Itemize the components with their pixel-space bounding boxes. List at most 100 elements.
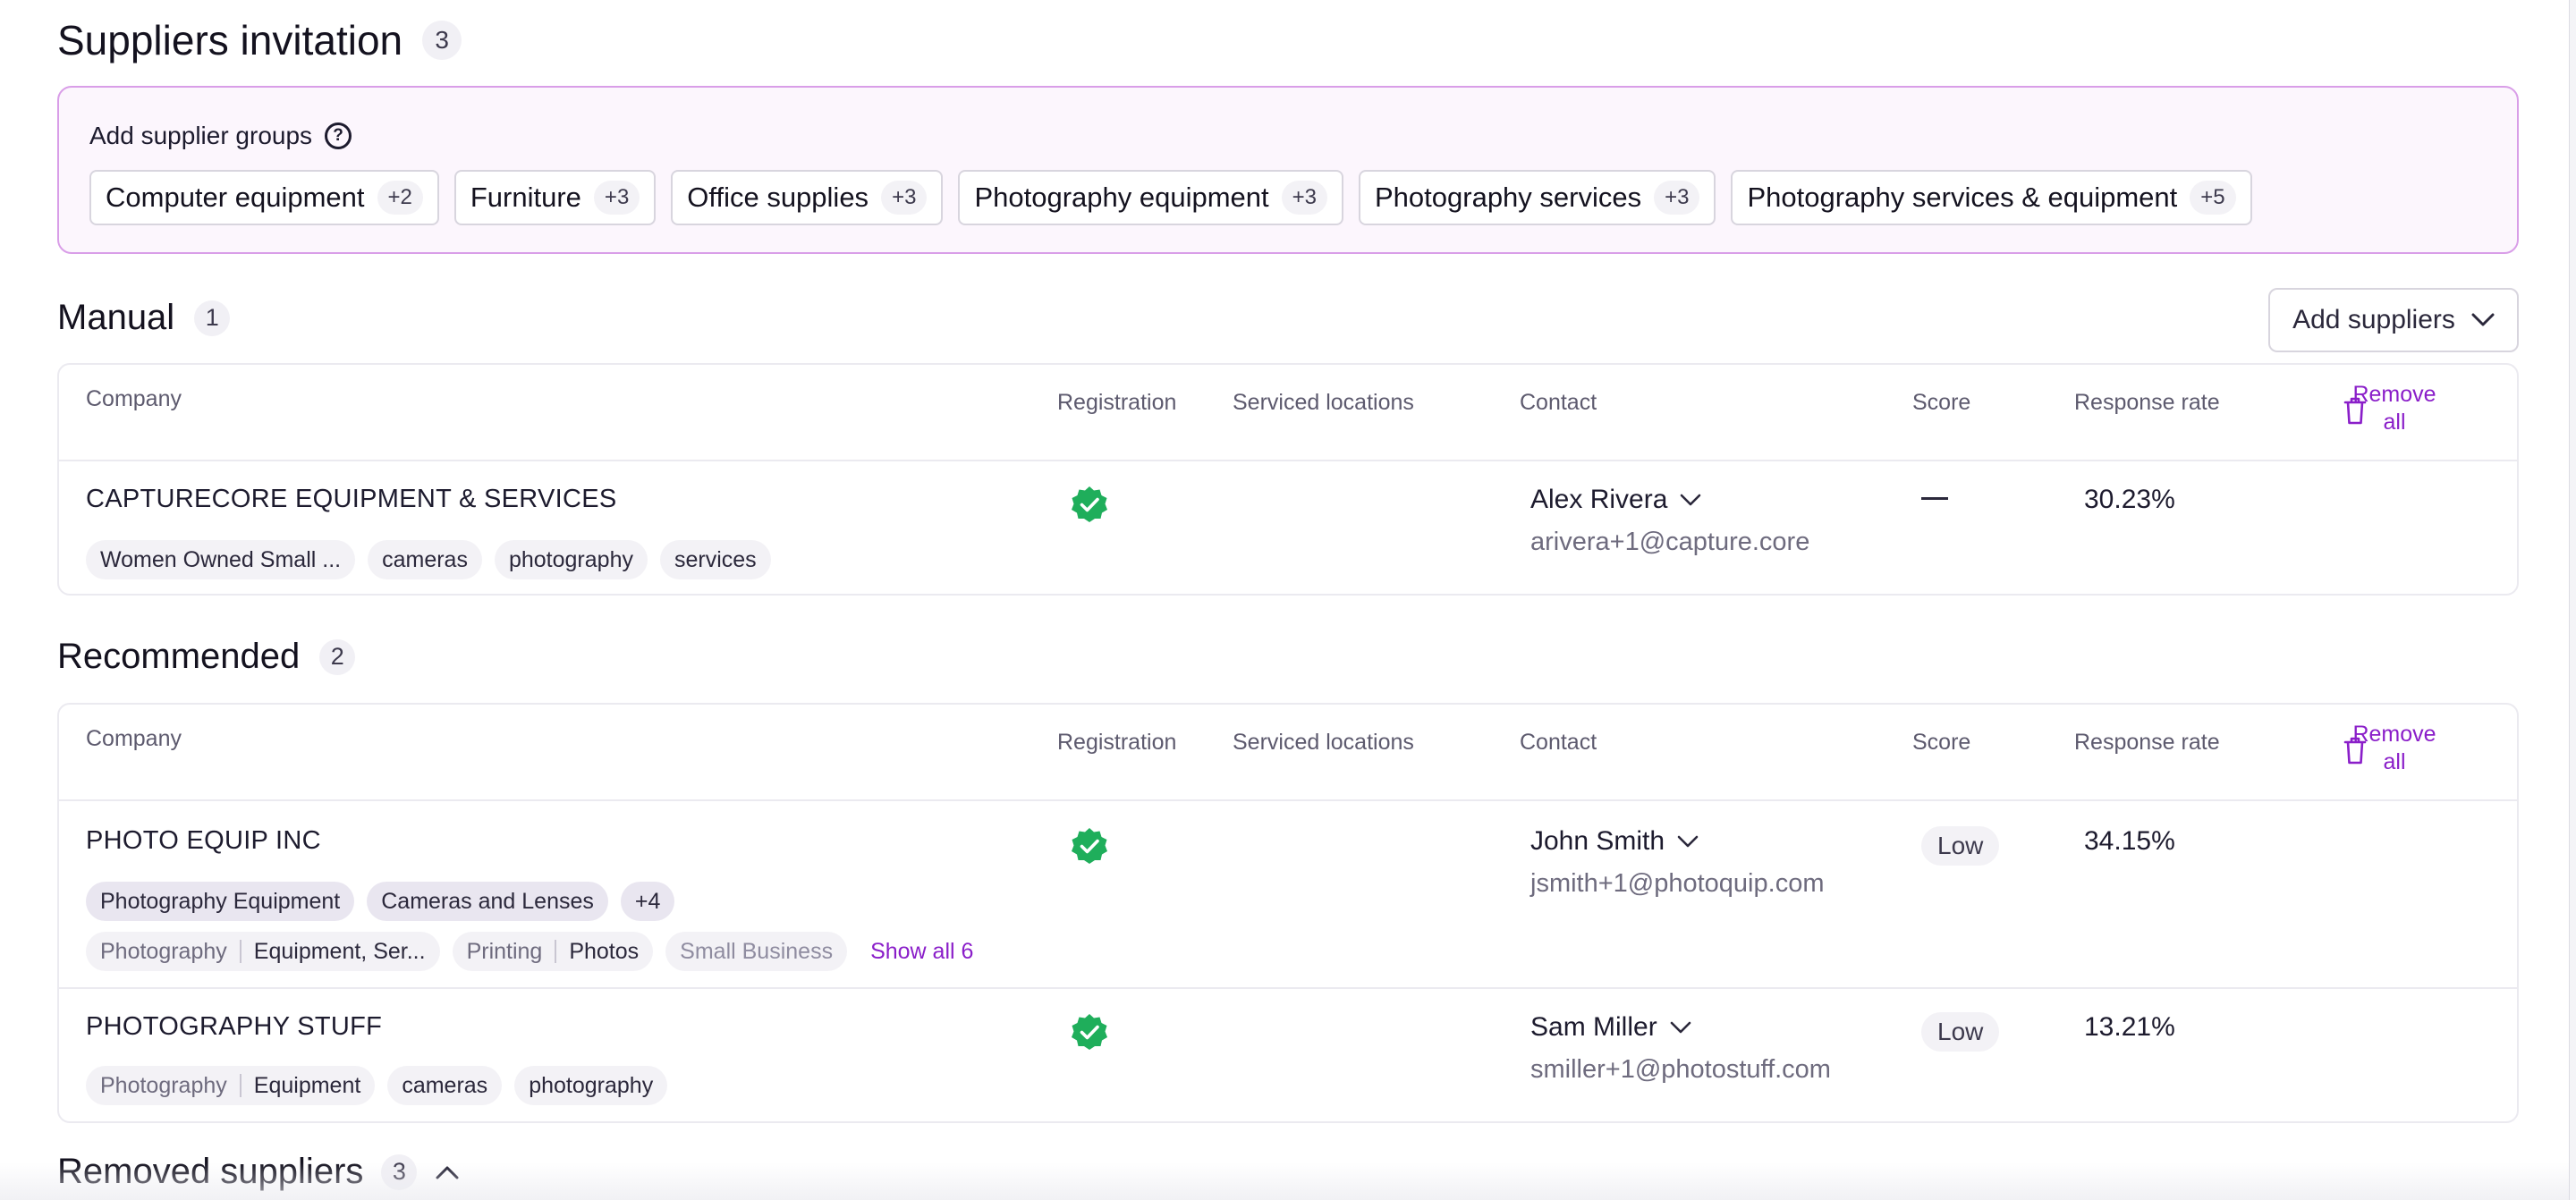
contact-email: smiller+1@photostuff.com xyxy=(1530,1055,1831,1084)
col-contact: Contact xyxy=(1520,390,1597,415)
table-row[interactable]: CAPTURECORE EQUIPMENT & SERVICES Women O… xyxy=(59,461,2517,594)
category-tag: Photography Equipment xyxy=(86,882,355,921)
chevron-down-icon xyxy=(1677,835,1699,848)
company-tags: Women Owned Small ... cameras photograph… xyxy=(86,540,771,579)
group-chip-label: Photography equipment xyxy=(974,182,1269,213)
manual-title: Manual xyxy=(57,298,175,337)
tag: cameras xyxy=(368,540,482,579)
verified-badge-icon xyxy=(1072,1014,1107,1050)
col-company: Company xyxy=(86,386,182,411)
tag-separator xyxy=(239,940,242,963)
group-chip-office-supplies[interactable]: Office supplies +3 xyxy=(671,170,944,225)
group-chip-photography-services[interactable]: Photography services +3 xyxy=(1359,170,1716,225)
col-company: Company xyxy=(86,726,182,751)
help-icon[interactable]: ? xyxy=(325,123,352,149)
manual-section-title: Manual 1 xyxy=(57,298,231,338)
group-chip-photography-services-equipment[interactable]: Photography services & equipment +5 xyxy=(1731,170,2252,225)
tag: Women Owned Small ... xyxy=(86,540,356,579)
remove-all-button[interactable]: Remove all xyxy=(2341,381,2448,436)
removed-count-badge: 3 xyxy=(381,1154,418,1190)
table-header: Company Registration Serviced locations … xyxy=(59,365,2517,461)
contact-name: John Smith xyxy=(1530,826,1665,856)
tag: Photography Equipment, Ser... xyxy=(86,932,440,971)
group-chip-computer-equipment[interactable]: Computer equipment +2 xyxy=(89,170,439,225)
col-contact: Contact xyxy=(1520,730,1597,755)
tag-separator xyxy=(555,940,557,963)
tag: photography xyxy=(514,1066,668,1105)
table-row[interactable]: PHOTOGRAPHY STUFF Photography Equipment … xyxy=(59,987,2517,1121)
show-all-tags-link[interactable]: Show all 6 xyxy=(870,939,973,965)
contact-name-dropdown[interactable]: Sam Miller xyxy=(1530,1012,1691,1043)
invitation-count-badge: 3 xyxy=(422,21,462,60)
company-tags: Photography Equipment cameras photograph… xyxy=(86,1066,668,1105)
tag-separator xyxy=(239,1074,242,1097)
category-tags: Photography Equipment Cameras and Lenses… xyxy=(86,882,675,921)
page-header: Suppliers invitation 3 xyxy=(57,16,462,64)
col-serviced-locations: Serviced locations xyxy=(1233,390,1414,415)
score-empty xyxy=(1921,497,1948,500)
tag: Printing Photos xyxy=(452,932,654,971)
company-name[interactable]: PHOTO EQUIP INC xyxy=(86,826,321,856)
group-chip-count: +3 xyxy=(881,181,928,215)
category-more-tag[interactable]: +4 xyxy=(620,882,675,921)
response-rate: 13.21% xyxy=(2084,1012,2175,1042)
tag: Small Business xyxy=(665,932,848,971)
tag-category: Photography xyxy=(100,1072,227,1098)
tag: cameras xyxy=(387,1066,503,1105)
chevron-down-icon xyxy=(1670,1021,1690,1034)
contact-email: jsmith+1@photoquip.com xyxy=(1530,869,1825,898)
remove-all-button[interactable]: Remove all xyxy=(2341,721,2448,776)
tag-value: Photos xyxy=(569,938,640,964)
tag: Photography Equipment xyxy=(86,1066,376,1105)
chevron-down-icon xyxy=(1681,494,1701,506)
recommended-suppliers-table: Company Registration Serviced locations … xyxy=(57,703,2519,1123)
contact-email: arivera+1@capture.core xyxy=(1530,528,1810,556)
col-score: Score xyxy=(1912,730,1971,755)
group-chip-furniture[interactable]: Furniture +3 xyxy=(453,170,657,225)
col-score: Score xyxy=(1912,390,1971,415)
supplier-groups-label: Add supplier groups xyxy=(89,122,313,149)
col-registration: Registration xyxy=(1057,390,1177,415)
score-badge: Low xyxy=(1921,1012,2000,1052)
response-rate: 30.23% xyxy=(2084,485,2175,514)
group-chip-count: +2 xyxy=(377,181,423,215)
company-name[interactable]: PHOTOGRAPHY STUFF xyxy=(86,1012,382,1042)
table-row[interactable]: PHOTO EQUIP INC Photography Equipment Ca… xyxy=(59,801,2517,987)
tag-category: Printing xyxy=(466,938,543,964)
group-chip-photography-equipment[interactable]: Photography equipment +3 xyxy=(958,170,1343,225)
group-chip-label: Office supplies xyxy=(687,182,869,213)
verified-badge-icon xyxy=(1072,828,1107,864)
recommended-title: Recommended xyxy=(57,637,301,676)
manual-count-badge: 1 xyxy=(194,300,231,336)
contact-name: Sam Miller xyxy=(1530,1012,1657,1042)
supplier-group-chips: Computer equipment +2 Furniture +3 Offic… xyxy=(89,170,2252,225)
add-suppliers-button[interactable]: Add suppliers xyxy=(2268,288,2519,352)
group-chip-count: +5 xyxy=(2190,181,2236,215)
company-tags: Photography Equipment, Ser... Printing P… xyxy=(86,932,973,971)
recommended-count-badge: 2 xyxy=(319,638,356,675)
page-title: Suppliers invitation xyxy=(57,17,403,63)
col-serviced-locations: Serviced locations xyxy=(1233,730,1414,755)
chevron-up-icon[interactable] xyxy=(435,1164,460,1180)
tag: photography xyxy=(494,540,648,579)
score-badge: Low xyxy=(1921,826,2000,866)
supplier-groups-heading: Add supplier groups ? xyxy=(89,122,352,150)
group-chip-count: +3 xyxy=(1281,181,1327,215)
col-response-rate: Response rate xyxy=(2074,730,2220,755)
contact-name-dropdown[interactable]: Alex Rivera xyxy=(1530,485,1701,515)
group-chip-count: +3 xyxy=(593,181,640,215)
contact-name-dropdown[interactable]: John Smith xyxy=(1530,826,1699,857)
company-name[interactable]: CAPTURECORE EQUIPMENT & SERVICES xyxy=(86,485,616,514)
add-suppliers-label: Add suppliers xyxy=(2292,305,2455,334)
page: Suppliers invitation 3 Add supplier grou… xyxy=(0,0,2570,1200)
group-chip-label: Computer equipment xyxy=(106,182,365,213)
group-chip-label: Furniture xyxy=(470,182,581,213)
tag-value: Equipment xyxy=(253,1072,361,1098)
supplier-groups-panel: Add supplier groups ? Computer equipment… xyxy=(57,86,2519,254)
tag: services xyxy=(659,540,771,579)
category-tag: Cameras and Lenses xyxy=(367,882,608,921)
recommended-section-title: Recommended 2 xyxy=(57,637,356,677)
removed-suppliers-section-title[interactable]: Removed suppliers 3 xyxy=(57,1152,460,1192)
removed-title: Removed suppliers xyxy=(57,1152,364,1191)
tag-category: Photography xyxy=(100,938,227,964)
